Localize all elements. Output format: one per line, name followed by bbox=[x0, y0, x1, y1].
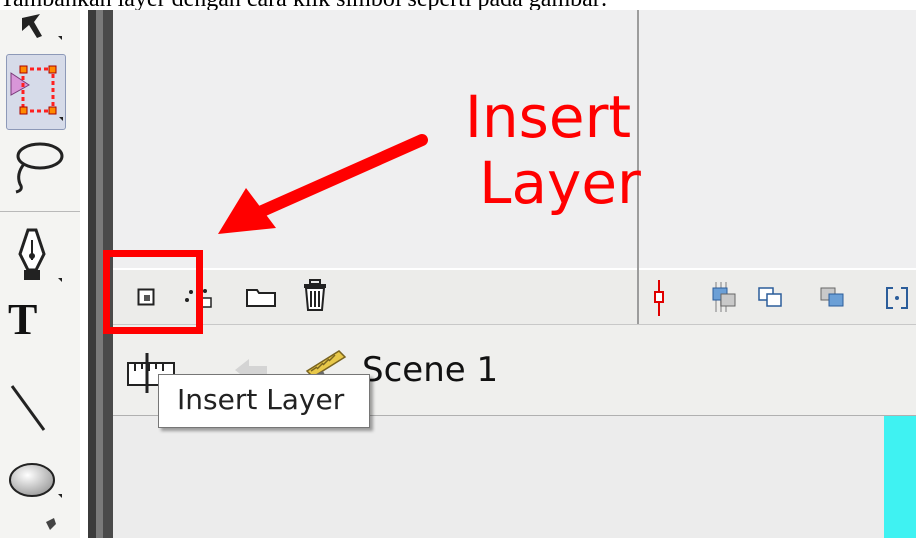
panel-divider bbox=[88, 10, 96, 538]
stage-pasteboard bbox=[113, 416, 916, 538]
free-transform-tool-icon[interactable] bbox=[6, 54, 66, 130]
tooltip-text: Insert Layer bbox=[177, 383, 345, 416]
tool-separator bbox=[0, 211, 80, 212]
playhead-marker-icon[interactable] bbox=[653, 280, 665, 316]
timeline-footer-bar bbox=[113, 268, 916, 324]
annotation-highlight-box bbox=[103, 250, 203, 334]
pen-tool-icon[interactable] bbox=[6, 226, 66, 282]
center-frame-icon[interactable] bbox=[711, 286, 737, 310]
stage-canvas-edge bbox=[884, 416, 916, 538]
insert-layer-tooltip: Insert Layer bbox=[158, 374, 370, 428]
tools-panel: T bbox=[0, 10, 80, 538]
annotation-arrow-icon bbox=[218, 134, 428, 234]
annotation-text-line2: Layer bbox=[479, 149, 641, 217]
scene-label[interactable]: Scene 1 bbox=[362, 350, 498, 390]
text-tool-icon[interactable]: T bbox=[6, 294, 66, 350]
lasso-tool-icon[interactable] bbox=[6, 134, 66, 194]
pencil-tool-icon[interactable] bbox=[6, 518, 66, 538]
delete-layer-icon[interactable] bbox=[301, 278, 329, 312]
onion-skin-icon[interactable] bbox=[757, 286, 783, 310]
edit-multiple-frames-icon[interactable] bbox=[819, 286, 845, 310]
text-tool-glyph: T bbox=[8, 295, 38, 344]
line-tool-icon[interactable] bbox=[6, 380, 66, 436]
modify-onion-markers-icon[interactable] bbox=[885, 286, 909, 310]
insert-layer-folder-icon[interactable] bbox=[245, 286, 277, 308]
oval-tool-icon[interactable] bbox=[6, 452, 66, 508]
annotation-text-line1: Insert bbox=[464, 83, 632, 151]
panel-divider-gap bbox=[96, 10, 103, 538]
